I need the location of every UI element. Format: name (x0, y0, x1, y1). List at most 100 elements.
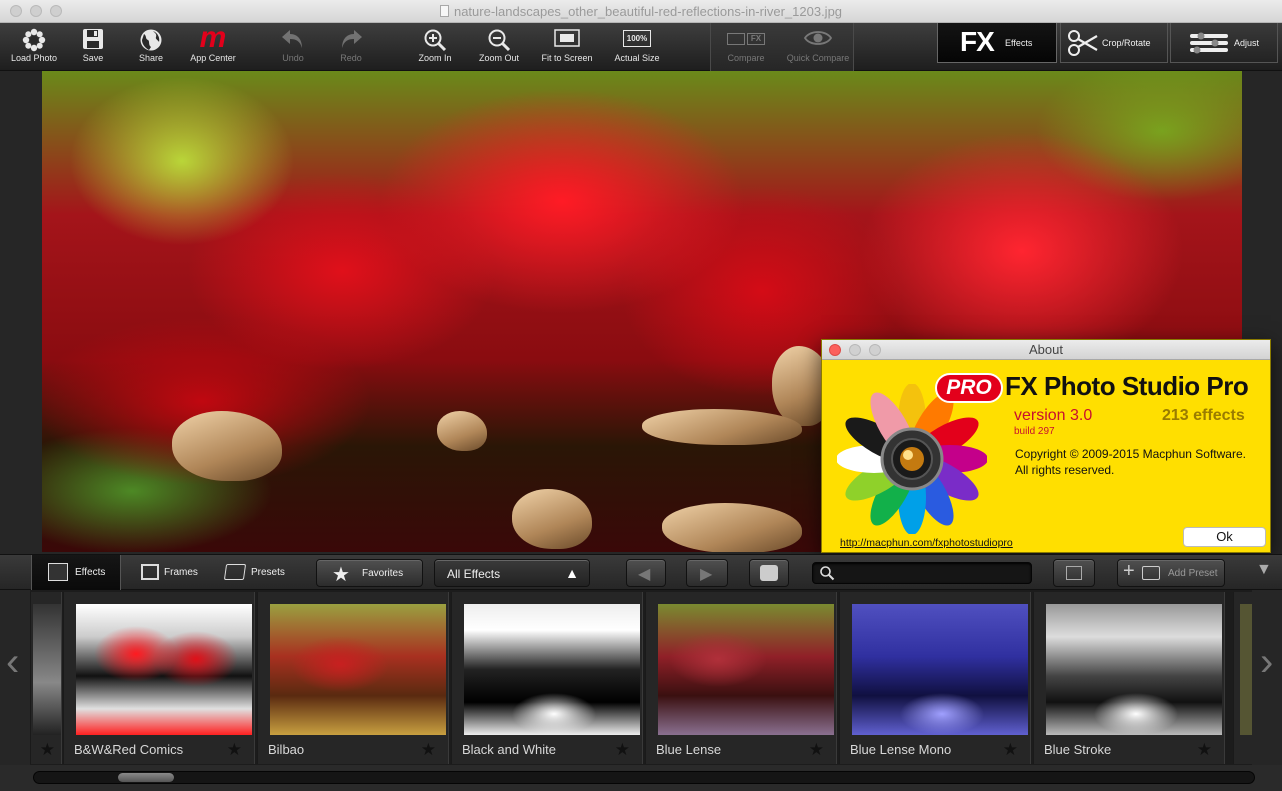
effects-tab-icon (48, 563, 68, 581)
about-close-button[interactable] (829, 344, 841, 356)
actual-size-button[interactable]: 100% Actual Size (608, 23, 666, 71)
undo-button[interactable]: Undo (270, 23, 316, 71)
square-icon (1066, 566, 1082, 580)
app-center-logo-icon: m (184, 23, 242, 53)
load-photo-label: Load Photo (10, 53, 58, 63)
compare-button[interactable]: FX Compare (717, 23, 775, 71)
fx-logo: FX (960, 26, 995, 57)
strip-scroll-right[interactable]: › (1252, 590, 1282, 765)
flower-icon (4, 23, 64, 53)
effect-label: Black and White (462, 742, 556, 757)
floppy-icon (68, 23, 118, 53)
effect-preview-image (76, 604, 252, 735)
rock (437, 411, 487, 451)
redo-button[interactable]: Redo (328, 23, 374, 71)
favorite-star-icon: ★ (39, 740, 55, 759)
favorite-star-icon[interactable]: ★ (809, 740, 824, 760)
about-version: version 3.0 (1014, 407, 1093, 424)
star-icon: ★ (332, 564, 350, 586)
previous-button[interactable]: ◀ (626, 559, 666, 587)
undo-arrow-icon (270, 23, 316, 53)
save-button[interactable]: Save (68, 23, 118, 71)
effect-thumbnail[interactable]: Blue Lense ★ (645, 592, 837, 764)
thumbnail-partial[interactable]: ★ (30, 592, 62, 764)
effect-label: Blue Lense Mono (850, 742, 952, 757)
favorite-star-icon[interactable]: ★ (1197, 740, 1212, 760)
effect-thumbnail[interactable]: B&W&Red Comics ★ (63, 592, 255, 764)
random-button[interactable] (749, 559, 789, 587)
actual-size-label: Actual Size (614, 53, 660, 63)
effect-preview-image (270, 604, 446, 735)
favorite-star-icon[interactable]: ★ (615, 740, 630, 760)
rock (662, 503, 802, 552)
effect-thumbnail[interactable]: Bilbao ★ (257, 592, 449, 764)
favorite-star-icon[interactable]: ★ (227, 740, 242, 760)
favorites-button[interactable]: ★ Favorites (316, 559, 423, 587)
effects-category-dropdown[interactable]: All Effects ▲ (434, 559, 590, 587)
ok-button[interactable]: Ok (1183, 527, 1266, 547)
crop-rotate-mode-tab[interactable]: Crop/Rotate (1060, 23, 1168, 63)
fit-to-screen-label: Fit to Screen (541, 53, 593, 63)
document-icon (439, 5, 449, 17)
zoom-out-button[interactable]: Zoom Out (472, 23, 526, 71)
fit-to-screen-button[interactable]: Fit to Screen (536, 23, 598, 71)
window-title: nature-landscapes_other_beautiful-red-re… (453, 4, 843, 19)
tab-frames[interactable]: Frames (126, 555, 210, 590)
quick-compare-button[interactable]: Quick Compare (783, 23, 853, 71)
chevron-left-icon: ‹ (6, 640, 20, 684)
app-window: nature-landscapes_other_beautiful-red-re… (0, 0, 1282, 791)
about-dialog: About PRO FX Photo Studio Pro version 3.… (821, 339, 1271, 553)
plus-icon: + (1123, 560, 1135, 582)
dropdown-value: All Effects (447, 567, 501, 581)
favorite-star-icon[interactable]: ★ (421, 740, 436, 760)
about-website-link[interactable]: http://macphun.com/fxphotostudiopro (840, 537, 1013, 549)
zoom-in-label: Zoom In (418, 53, 452, 63)
app-logo-icon (836, 383, 988, 539)
bottom-bar: Effects Frames Presets ★ Favorites All E… (0, 554, 1282, 590)
strip-scrollbar-row (0, 765, 1282, 791)
preset-icon (1142, 566, 1160, 580)
tab-presets[interactable]: Presets (212, 555, 298, 590)
collapse-triangle-icon[interactable]: ▼ (1256, 561, 1272, 579)
favorites-label: Favorites (362, 568, 404, 579)
add-preset-button[interactable]: + Add Preset (1117, 559, 1225, 587)
triangle-left-icon: ◀ (638, 566, 651, 583)
effects-mode-tab[interactable]: FX Effects (937, 23, 1057, 63)
search-icon (819, 565, 835, 586)
presets-tab-icon (223, 564, 247, 580)
actual-size-icon: 100% (608, 23, 666, 53)
next-button[interactable]: ▶ (686, 559, 728, 587)
strip-scrollbar[interactable] (33, 771, 1255, 784)
presets-tab-label: Presets (251, 567, 285, 578)
effect-thumbnail[interactable]: Black and White ★ (451, 592, 643, 764)
share-button[interactable]: Share (126, 23, 176, 71)
app-center-logo: m (199, 21, 227, 54)
share-label: Share (138, 53, 164, 63)
rock (642, 409, 802, 445)
effect-preview-image (464, 604, 640, 735)
compare-group: FX Compare Quick Compare (710, 23, 854, 71)
crop-rotate-mode-label: Crop/Rotate (1102, 38, 1151, 48)
strip-scroll-left[interactable]: ‹ (0, 590, 30, 765)
app-center-button[interactable]: m App Center (184, 23, 242, 71)
strip-scrollbar-thumb[interactable] (118, 773, 174, 782)
load-photo-button[interactable]: Load Photo (4, 23, 64, 71)
adjust-mode-tab[interactable]: Adjust (1170, 23, 1278, 63)
zoom-in-button[interactable]: Zoom In (410, 23, 460, 71)
effect-thumbnail[interactable]: Blue Lense Mono ★ (839, 592, 1031, 764)
actual-size-badge: 100% (622, 30, 652, 47)
scissors-icon (1067, 28, 1099, 63)
adjust-mode-label: Adjust (1234, 38, 1260, 48)
frames-tab-icon (141, 564, 159, 580)
tab-effects[interactable]: Effects (31, 555, 121, 590)
search-box[interactable] (812, 562, 1032, 584)
globe-icon (126, 23, 176, 53)
square-toggle-button[interactable] (1053, 559, 1095, 587)
effect-thumbnail[interactable]: Blue Stroke ★ (1033, 592, 1225, 764)
fit-screen-icon (536, 23, 598, 53)
effect-label: Blue Stroke (1044, 742, 1112, 757)
dice-icon (760, 565, 778, 581)
about-effects-count: 213 effects (1162, 407, 1245, 424)
rock (172, 411, 282, 481)
favorite-star-icon[interactable]: ★ (1003, 740, 1018, 760)
